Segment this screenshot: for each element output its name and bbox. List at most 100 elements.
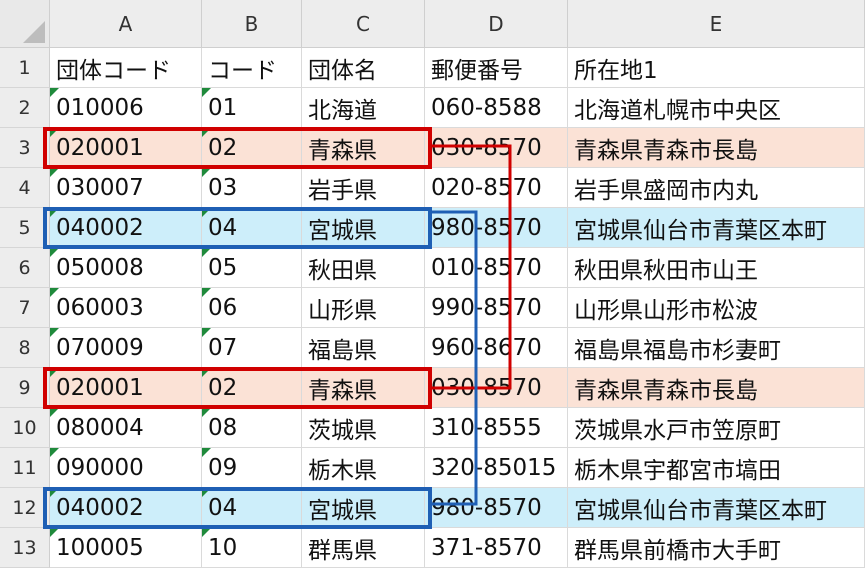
cell-c5[interactable]: 宮城県 xyxy=(302,208,425,248)
cell-c10[interactable]: 茨城県 xyxy=(302,408,425,448)
cell-e9[interactable]: 青森県青森市長島 xyxy=(568,368,865,408)
row-header-1[interactable]: 1 xyxy=(0,48,50,88)
cell-a10[interactable]: 080004 xyxy=(50,408,202,448)
cell-b4[interactable]: 03 xyxy=(202,168,302,208)
cell-d8[interactable]: 960-8670 xyxy=(425,328,568,368)
cell-e12[interactable]: 宮城県仙台市青葉区本町 xyxy=(568,488,865,528)
cell-d6[interactable]: 010-8570 xyxy=(425,248,568,288)
cell-b2[interactable]: 01 xyxy=(202,88,302,128)
cell-d11[interactable]: 320-85015 xyxy=(425,448,568,488)
row-header-7[interactable]: 7 xyxy=(0,288,50,328)
number-stored-as-text-marker-icon xyxy=(50,128,59,137)
cell-text: 371-8570 xyxy=(431,534,542,561)
number-stored-as-text-marker-icon xyxy=(50,88,59,97)
row-header-9[interactable]: 9 xyxy=(0,368,50,408)
select-all-corner[interactable] xyxy=(0,0,50,48)
cell-d4[interactable]: 020-8570 xyxy=(425,168,568,208)
cell-e11[interactable]: 栃木県宇都宮市塙田 xyxy=(568,448,865,488)
cell-c13[interactable]: 群馬県 xyxy=(302,528,425,568)
cell-c6[interactable]: 秋田県 xyxy=(302,248,425,288)
cell-text: 青森県 xyxy=(308,137,377,164)
cell-c3[interactable]: 青森県 xyxy=(302,128,425,168)
cell-d5[interactable]: 980-8570 xyxy=(425,208,568,248)
cell-e2[interactable]: 北海道札幌市中央区 xyxy=(568,88,865,128)
cell-text: 青森県 xyxy=(308,377,377,404)
cell-e3[interactable]: 青森県青森市長島 xyxy=(568,128,865,168)
cell-c4[interactable]: 岩手県 xyxy=(302,168,425,208)
cell-b1[interactable]: コード xyxy=(202,48,302,88)
cell-e5[interactable]: 宮城県仙台市青葉区本町 xyxy=(568,208,865,248)
cell-e4[interactable]: 岩手県盛岡市内丸 xyxy=(568,168,865,208)
cell-d13[interactable]: 371-8570 xyxy=(425,528,568,568)
cell-d12[interactable]: 980-8570 xyxy=(425,488,568,528)
row-header-4[interactable]: 4 xyxy=(0,168,50,208)
cell-c1[interactable]: 団体名 xyxy=(302,48,425,88)
cell-a7[interactable]: 060003 xyxy=(50,288,202,328)
cell-d7[interactable]: 990-8570 xyxy=(425,288,568,328)
row-header-10[interactable]: 10 xyxy=(0,408,50,448)
cell-d1[interactable]: 郵便番号 xyxy=(425,48,568,88)
cell-e6[interactable]: 秋田県秋田市山王 xyxy=(568,248,865,288)
column-header-d[interactable]: D xyxy=(425,0,568,48)
cell-a8[interactable]: 070009 xyxy=(50,328,202,368)
cell-c7[interactable]: 山形県 xyxy=(302,288,425,328)
row-header-11[interactable]: 11 xyxy=(0,448,50,488)
column-header-e[interactable]: E xyxy=(568,0,865,48)
column-header-a[interactable]: A xyxy=(50,0,202,48)
cell-d9[interactable]: 030-8570 xyxy=(425,368,568,408)
cell-b9[interactable]: 02 xyxy=(202,368,302,408)
cell-b6[interactable]: 05 xyxy=(202,248,302,288)
cell-c2[interactable]: 北海道 xyxy=(302,88,425,128)
cell-c9[interactable]: 青森県 xyxy=(302,368,425,408)
row-header-8[interactable]: 8 xyxy=(0,328,50,368)
cell-a6[interactable]: 050008 xyxy=(50,248,202,288)
cell-a12[interactable]: 040002 xyxy=(50,488,202,528)
cell-text: 020001 xyxy=(56,374,144,401)
row-header-13[interactable]: 13 xyxy=(0,528,50,568)
cell-a9[interactable]: 020001 xyxy=(50,368,202,408)
cell-b12[interactable]: 04 xyxy=(202,488,302,528)
number-stored-as-text-marker-icon xyxy=(50,528,59,537)
number-stored-as-text-marker-icon xyxy=(202,408,211,417)
cell-d10[interactable]: 310-8555 xyxy=(425,408,568,448)
cell-b11[interactable]: 09 xyxy=(202,448,302,488)
cell-a3[interactable]: 020001 xyxy=(50,128,202,168)
cell-text: 010006 xyxy=(56,94,144,121)
row-header-2[interactable]: 2 xyxy=(0,88,50,128)
row-header-3[interactable]: 3 xyxy=(0,128,50,168)
column-header-b[interactable]: B xyxy=(202,0,302,48)
cell-a5[interactable]: 040002 xyxy=(50,208,202,248)
cell-text: 青森県青森市長島 xyxy=(574,137,758,164)
cell-e10[interactable]: 茨城県水戸市笠原町 xyxy=(568,408,865,448)
cell-b7[interactable]: 06 xyxy=(202,288,302,328)
cell-b10[interactable]: 08 xyxy=(202,408,302,448)
column-header-c[interactable]: C xyxy=(302,0,425,48)
cell-text: 宮城県仙台市青葉区本町 xyxy=(574,217,827,244)
cell-text: 980-8570 xyxy=(431,494,542,521)
cell-e7[interactable]: 山形県山形市松波 xyxy=(568,288,865,328)
cell-b13[interactable]: 10 xyxy=(202,528,302,568)
cell-e8[interactable]: 福島県福島市杉妻町 xyxy=(568,328,865,368)
cell-e13[interactable]: 群馬県前橋市大手町 xyxy=(568,528,865,568)
number-stored-as-text-marker-icon xyxy=(202,208,211,217)
cell-a2[interactable]: 010006 xyxy=(50,88,202,128)
cell-c12[interactable]: 宮城県 xyxy=(302,488,425,528)
row-header-12[interactable]: 12 xyxy=(0,488,50,528)
cell-text: 01 xyxy=(208,94,238,121)
cell-a11[interactable]: 090000 xyxy=(50,448,202,488)
cell-b8[interactable]: 07 xyxy=(202,328,302,368)
cell-a13[interactable]: 100005 xyxy=(50,528,202,568)
cell-b5[interactable]: 04 xyxy=(202,208,302,248)
cell-b3[interactable]: 02 xyxy=(202,128,302,168)
cell-a4[interactable]: 030007 xyxy=(50,168,202,208)
row-header-6[interactable]: 6 xyxy=(0,248,50,288)
cell-c8[interactable]: 福島県 xyxy=(302,328,425,368)
cell-text: 030-8570 xyxy=(431,134,542,161)
row-header-5[interactable]: 5 xyxy=(0,208,50,248)
cell-a1[interactable]: 団体コード xyxy=(50,48,202,88)
cell-d3[interactable]: 030-8570 xyxy=(425,128,568,168)
cell-e1[interactable]: 所在地1 xyxy=(568,48,865,88)
cell-text: 310-8555 xyxy=(431,414,542,441)
cell-c11[interactable]: 栃木県 xyxy=(302,448,425,488)
cell-d2[interactable]: 060-8588 xyxy=(425,88,568,128)
